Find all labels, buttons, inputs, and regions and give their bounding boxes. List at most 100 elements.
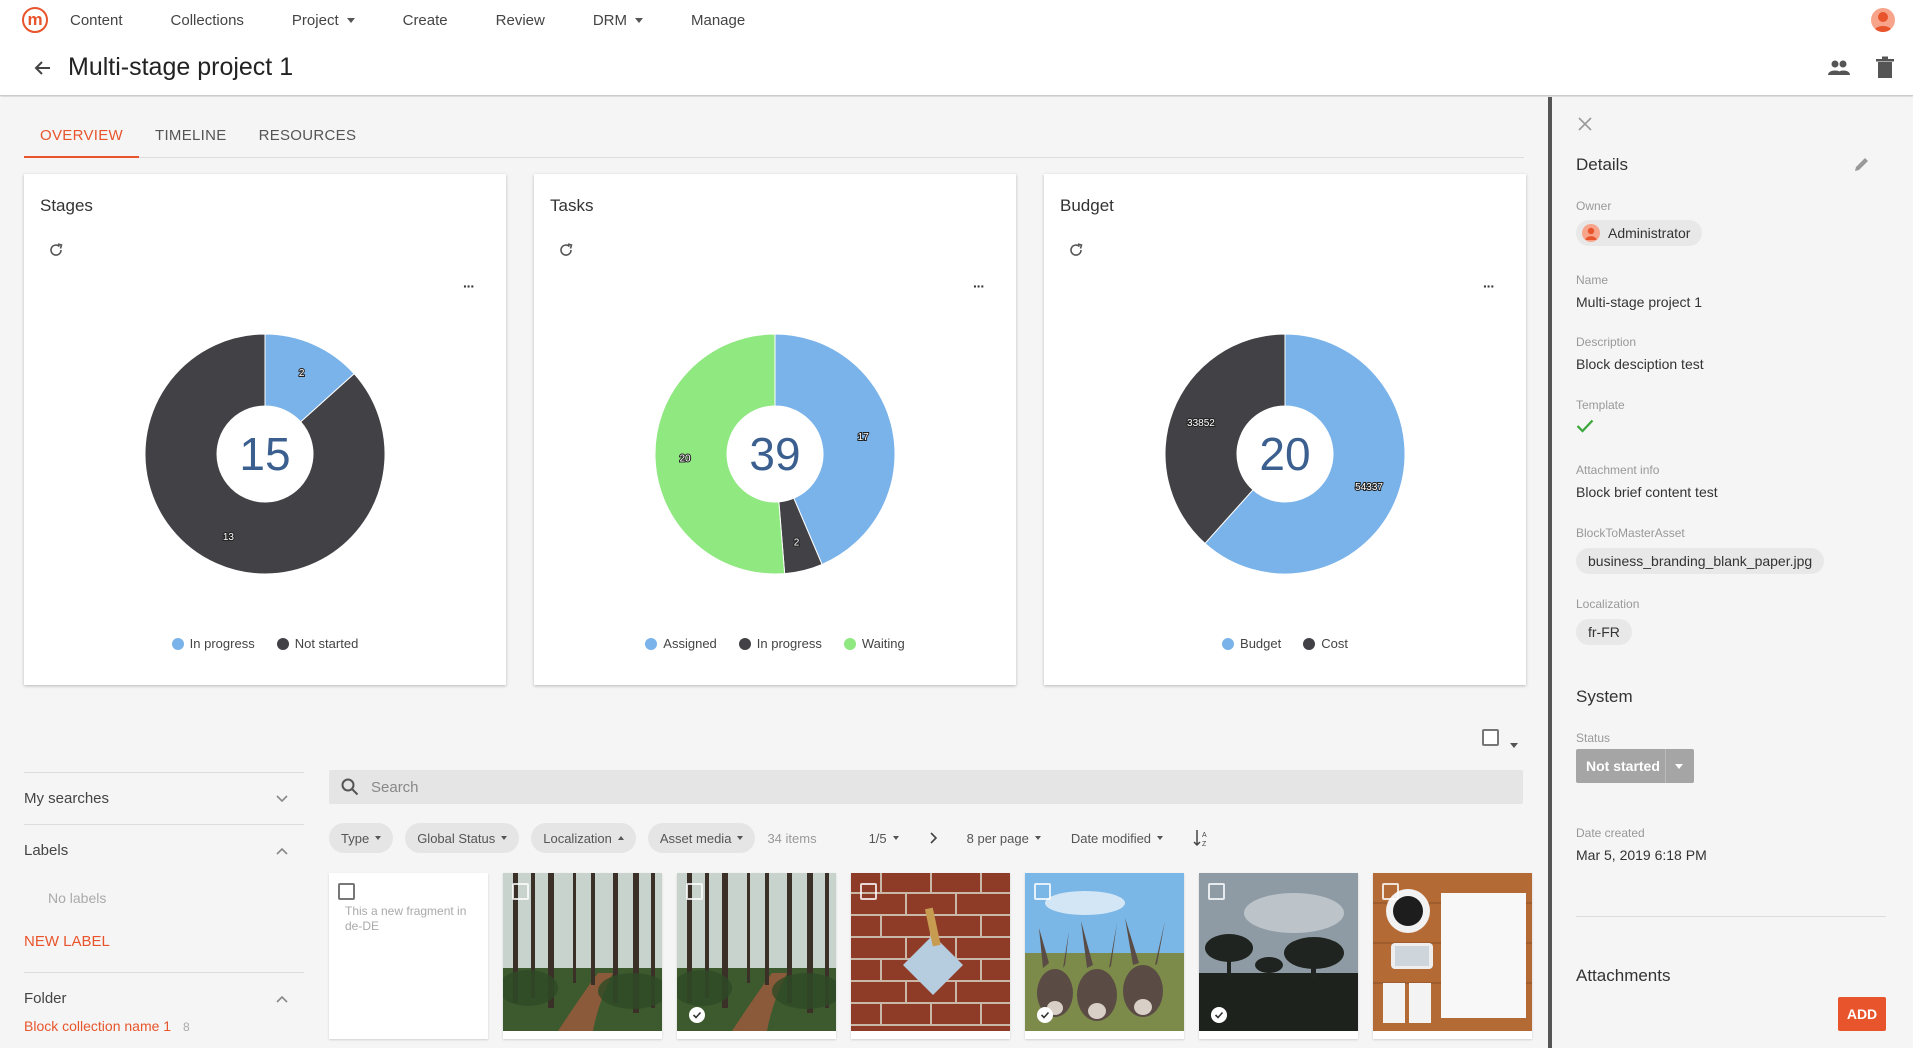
chevron-down-icon	[375, 836, 382, 840]
nav-item-project[interactable]: Project	[292, 12, 355, 29]
details-heading: Details	[1576, 155, 1628, 174]
nav-item-create[interactable]: Create	[403, 12, 448, 29]
status-value: Not started	[1586, 758, 1660, 774]
tile-checkbox[interactable]	[686, 883, 703, 900]
slice-data-label: 13	[223, 532, 235, 543]
owner-chip[interactable]: Administrator	[1576, 220, 1703, 246]
nav-item-content[interactable]: Content	[70, 12, 123, 29]
more-options-icon[interactable]: ···	[973, 278, 985, 294]
folder-section[interactable]: Folder	[24, 972, 304, 1024]
approved-status-icon	[689, 1007, 705, 1023]
chevron-up-icon	[276, 847, 288, 855]
slice-data-label: 2	[299, 368, 305, 379]
select-options-caret-icon[interactable]	[1510, 735, 1518, 753]
legend-swatch	[276, 637, 289, 650]
more-options-icon[interactable]: ···	[1483, 278, 1495, 294]
legend-swatch	[738, 637, 751, 650]
tile-checkbox[interactable]	[1034, 883, 1051, 900]
localization-chip[interactable]: fr-FR	[1576, 619, 1632, 645]
nav-item-drm[interactable]: DRM	[593, 12, 643, 29]
tab-timeline[interactable]: TIMELINE	[139, 117, 243, 158]
tile-checkbox[interactable]	[860, 883, 877, 900]
asset-tile[interactable]	[503, 873, 662, 1039]
nav-label: Project	[291, 11, 339, 29]
close-icon[interactable]	[1578, 117, 1592, 136]
status-label: Status	[1576, 731, 1611, 745]
system-heading: System	[1576, 687, 1633, 706]
tile-checkbox[interactable]	[1382, 883, 1399, 900]
budget-card: Budget ··· 54337 33852 20 Budget Cost	[1044, 174, 1526, 685]
edit-icon[interactable]	[1853, 155, 1871, 178]
chart-legend: Budget Cost	[1044, 636, 1526, 651]
asset-tile[interactable]	[1373, 873, 1532, 1039]
attachment-info-value: Block brief content test	[1576, 484, 1718, 500]
legend-label: Not started	[294, 636, 359, 651]
back-arrow-icon[interactable]	[32, 58, 52, 78]
refresh-icon[interactable]	[558, 242, 574, 263]
user-avatar-icon[interactable]	[1871, 8, 1895, 32]
status-dropdown[interactable]: Not started	[1576, 749, 1694, 783]
filter-type[interactable]: Type	[329, 823, 394, 853]
date-created-value: Mar 5, 2019 6:18 PM	[1576, 847, 1707, 863]
folder-item[interactable]: Block collection name 1 8	[24, 1018, 304, 1034]
asset-tile[interactable]	[1025, 873, 1184, 1039]
description-value: Block desciption test	[1576, 356, 1704, 372]
add-attachment-button[interactable]: ADD	[1838, 997, 1886, 1031]
new-label-button[interactable]: NEW LABEL	[24, 920, 304, 962]
asset-tile[interactable]: This a new fragment in de-DE	[329, 873, 488, 1039]
per-page-select[interactable]: 8 per page	[967, 831, 1041, 846]
my-searches-section[interactable]: My searches	[24, 772, 304, 824]
filter-global-status[interactable]: Global Status	[405, 823, 520, 853]
card-title: Stages	[40, 196, 93, 215]
nav-item-collections[interactable]: Collections	[171, 12, 244, 29]
tile-checkbox[interactable]	[1208, 883, 1225, 900]
no-labels-text: No labels	[48, 890, 107, 906]
refresh-icon[interactable]	[48, 242, 64, 263]
labels-section[interactable]: Labels	[24, 824, 304, 876]
people-icon[interactable]	[1827, 56, 1851, 85]
page-title: Multi-stage project 1	[68, 53, 294, 81]
delete-icon[interactable]	[1875, 56, 1895, 85]
tile-checkbox[interactable]	[338, 883, 355, 900]
chevron-down-icon	[501, 836, 508, 840]
refresh-icon[interactable]	[1068, 242, 1084, 263]
page-select[interactable]: 1/5	[869, 831, 899, 846]
per-page-label: 8 per page	[966, 830, 1029, 846]
asset-tile[interactable]	[851, 873, 1010, 1039]
nav-label: Content	[70, 11, 123, 29]
legend-swatch	[1303, 637, 1316, 650]
approved-status-icon	[1211, 1007, 1227, 1023]
legend-swatch	[645, 637, 658, 650]
more-options-icon[interactable]: ···	[463, 278, 475, 294]
search-input[interactable]	[371, 778, 1471, 796]
filter-asset-media[interactable]: Asset media	[647, 823, 756, 853]
slice-data-label: 17	[858, 432, 870, 443]
tab-resources[interactable]: RESOURCES	[243, 117, 373, 158]
select-all-checkbox[interactable]	[1482, 729, 1499, 746]
logo-letter: m	[27, 10, 43, 29]
block-to-master-chip[interactable]: business_branding_blank_paper.jpg	[1576, 548, 1825, 574]
next-page-button[interactable]	[929, 832, 937, 844]
tile-checkbox[interactable]	[512, 883, 529, 900]
chevron-up-icon	[617, 836, 624, 840]
nav-item-manage[interactable]: Manage	[691, 12, 745, 29]
chip-label: Localization	[543, 830, 612, 846]
sort-direction-icon[interactable]: AZ	[1193, 829, 1209, 847]
attachment-info-label: Attachment info	[1576, 463, 1660, 477]
filter-localization[interactable]: Localization	[531, 823, 636, 853]
nav-item-review[interactable]: Review	[496, 12, 545, 29]
chevron-down-icon	[737, 836, 744, 840]
filter-row: Type Global Status Localization Asset me…	[329, 823, 1239, 853]
tab-overview[interactable]: OVERVIEW	[24, 117, 139, 158]
legend-label: In progress	[189, 636, 255, 651]
legend-label: Waiting	[861, 636, 905, 651]
legend-label: In progress	[756, 636, 822, 651]
asset-tile[interactable]	[1199, 873, 1358, 1039]
folder-item-label: Block collection name 1	[24, 1018, 172, 1034]
chevron-down-icon	[276, 794, 288, 802]
chevron-up-icon	[276, 995, 288, 1003]
card-title: Tasks	[550, 196, 594, 215]
asset-tile[interactable]	[677, 873, 836, 1039]
sort-select[interactable]: Date modified	[1071, 831, 1164, 846]
app-logo[interactable]: m	[22, 7, 48, 33]
